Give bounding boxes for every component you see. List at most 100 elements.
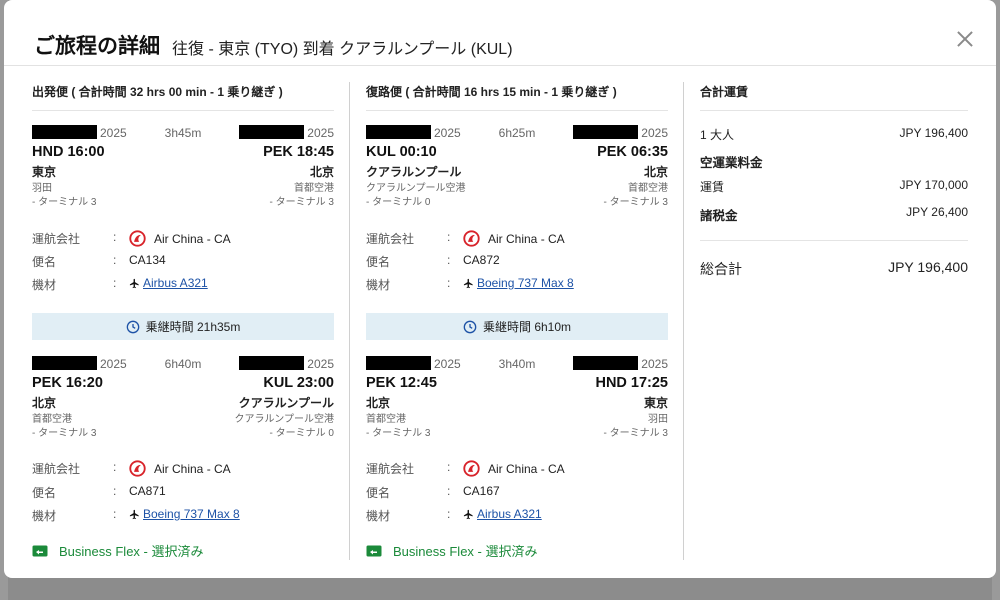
arrival-airport: 羽田 — [648, 414, 668, 425]
plane-icon — [129, 278, 139, 288]
arrival-city: 北京 — [309, 165, 334, 179]
separator: : — [447, 253, 451, 267]
divider — [700, 240, 968, 241]
carrier-name: Air China - CA — [488, 461, 565, 476]
flight-number-row: 便名 : CA167 — [366, 481, 668, 501]
total-value: JPY 196,400 — [888, 259, 968, 275]
fare-label: Business Flex - 選択済み — [393, 544, 538, 559]
flight-number-label: 便名 — [366, 486, 391, 500]
close-icon[interactable] — [954, 28, 976, 50]
separator: : — [447, 507, 451, 521]
separator: : — [113, 460, 117, 474]
flight-segment: 2025 3h45m 2025 HND 16:00 PEK 18:45 東京 北… — [32, 125, 334, 215]
departure-time: KUL 00:10 — [366, 144, 437, 160]
carrier-value: Air China - CA — [463, 460, 565, 477]
airfare-heading: 空運業料金 — [700, 156, 763, 170]
base-fare-label: 運賃 — [700, 180, 725, 194]
divider — [700, 110, 968, 111]
column-divider — [683, 82, 684, 560]
separator: : — [447, 276, 451, 290]
layover-banner: 乗継時間 6h10m — [366, 313, 668, 340]
departure-airport: クアラルンプール空港 — [366, 183, 466, 194]
departure-time: HND 16:00 — [32, 144, 105, 160]
separator: : — [447, 484, 451, 498]
flight-number: CA871 — [129, 484, 166, 498]
arrival-terminal: - ターミナル 3 — [603, 197, 668, 208]
carrier-value: Air China - CA — [129, 230, 231, 247]
flight-number-row: 便名 : CA134 — [32, 250, 334, 270]
aircraft-row: 機材 : Airbus A321 — [366, 504, 668, 524]
carrier-name: Air China - CA — [154, 231, 231, 246]
aircraft-link[interactable]: Airbus A321 — [143, 276, 208, 290]
route-subtitle: 往復 - 東京 (TYO) 到着 クアラルンプール (KUL) — [172, 41, 513, 58]
redacted-date — [573, 125, 638, 139]
aircraft-label: 機材 — [32, 509, 57, 523]
flight-number-label: 便名 — [32, 255, 57, 269]
arrival-terminal: - ターミナル 0 — [269, 428, 334, 439]
aircraft-link[interactable]: Airbus A321 — [477, 507, 542, 521]
adult-label: 1 大人 — [700, 128, 735, 142]
base-fare-value: JPY 170,000 — [899, 178, 968, 192]
layover-time: 乗継時間 21h35m — [145, 320, 241, 334]
carrier-label: 運航会社 — [366, 462, 415, 476]
fare-status: Business Flex - 選択済み — [32, 541, 203, 560]
clock-icon — [126, 320, 139, 333]
arrival-time: PEK 18:45 — [263, 144, 334, 160]
redacted-date — [573, 356, 638, 370]
air-china-logo — [463, 230, 480, 247]
ticket-icon — [366, 545, 382, 556]
arrival-airport: 首都空港 — [294, 183, 334, 194]
modal-title: ご旅程の詳細 — [34, 35, 160, 58]
departure-city: 北京 — [366, 396, 391, 410]
arrival-year: 2025 — [307, 126, 334, 140]
separator: : — [113, 253, 117, 267]
separator: : — [113, 484, 117, 498]
flight-number-label: 便名 — [366, 255, 391, 269]
carrier-row: 運航会社 : Air China - CA — [366, 227, 668, 247]
arrival-terminal: - ターミナル 3 — [603, 428, 668, 439]
plane-icon — [463, 278, 473, 288]
departure-time: PEK 12:45 — [366, 375, 437, 391]
departure-city: 北京 — [32, 396, 57, 410]
column-divider — [349, 82, 350, 560]
arrival-airport: 首都空港 — [628, 183, 668, 194]
clock-icon — [463, 320, 477, 333]
aircraft-value: Boeing 737 Max 8 — [463, 276, 574, 290]
departure-terminal: - ターミナル 3 — [366, 428, 431, 439]
aircraft-link[interactable]: Boeing 737 Max 8 — [477, 276, 574, 290]
aircraft-row: 機材 : Airbus A321 — [32, 273, 334, 293]
ticket-icon — [32, 545, 48, 556]
aircraft-value: Airbus A321 — [463, 507, 542, 521]
air-china-logo — [129, 460, 146, 477]
arrival-year: 2025 — [641, 126, 668, 140]
aircraft-label: 機材 — [32, 278, 57, 292]
redacted-date — [239, 356, 304, 370]
modal-header: ご旅程の詳細 往復 - 東京 (TYO) 到着 クアラルンプール (KUL) — [4, 0, 996, 66]
aircraft-row: 機材 : Boeing 737 Max 8 — [366, 273, 668, 293]
flight-number: CA167 — [463, 484, 500, 498]
flight-number: CA872 — [463, 253, 500, 267]
return-heading: 復路便 ( 合計時間 16 hrs 15 min - 1 乗り継ぎ ) — [366, 85, 617, 99]
aircraft-link[interactable]: Boeing 737 Max 8 — [143, 507, 240, 521]
carrier-name: Air China - CA — [154, 461, 231, 476]
arrival-year: 2025 — [641, 357, 668, 371]
aircraft-label: 機材 — [366, 509, 391, 523]
departure-airport: 羽田 — [32, 183, 52, 194]
aircraft-value: Boeing 737 Max 8 — [129, 507, 240, 521]
carrier-value: Air China - CA — [129, 460, 231, 477]
tax-value: JPY 26,400 — [906, 205, 968, 219]
plane-icon — [463, 509, 473, 519]
aircraft-label: 機材 — [366, 278, 391, 292]
plane-icon — [129, 509, 139, 519]
arrival-city: 東京 — [643, 396, 668, 410]
aircraft-row: 機材 : Boeing 737 Max 8 — [32, 504, 334, 524]
arrival-time: PEK 06:35 — [597, 144, 668, 160]
fare-status: Business Flex - 選択済み — [366, 541, 537, 560]
separator: : — [113, 276, 117, 290]
carrier-label: 運航会社 — [366, 232, 415, 246]
aircraft-value: Airbus A321 — [129, 276, 208, 290]
outbound-heading: 出発便 ( 合計時間 32 hrs 00 min - 1 乗り継ぎ ) — [32, 85, 283, 99]
departure-city: クアラルンプール — [366, 165, 462, 179]
separator: : — [447, 230, 451, 244]
departure-airport: 首都空港 — [366, 414, 406, 425]
